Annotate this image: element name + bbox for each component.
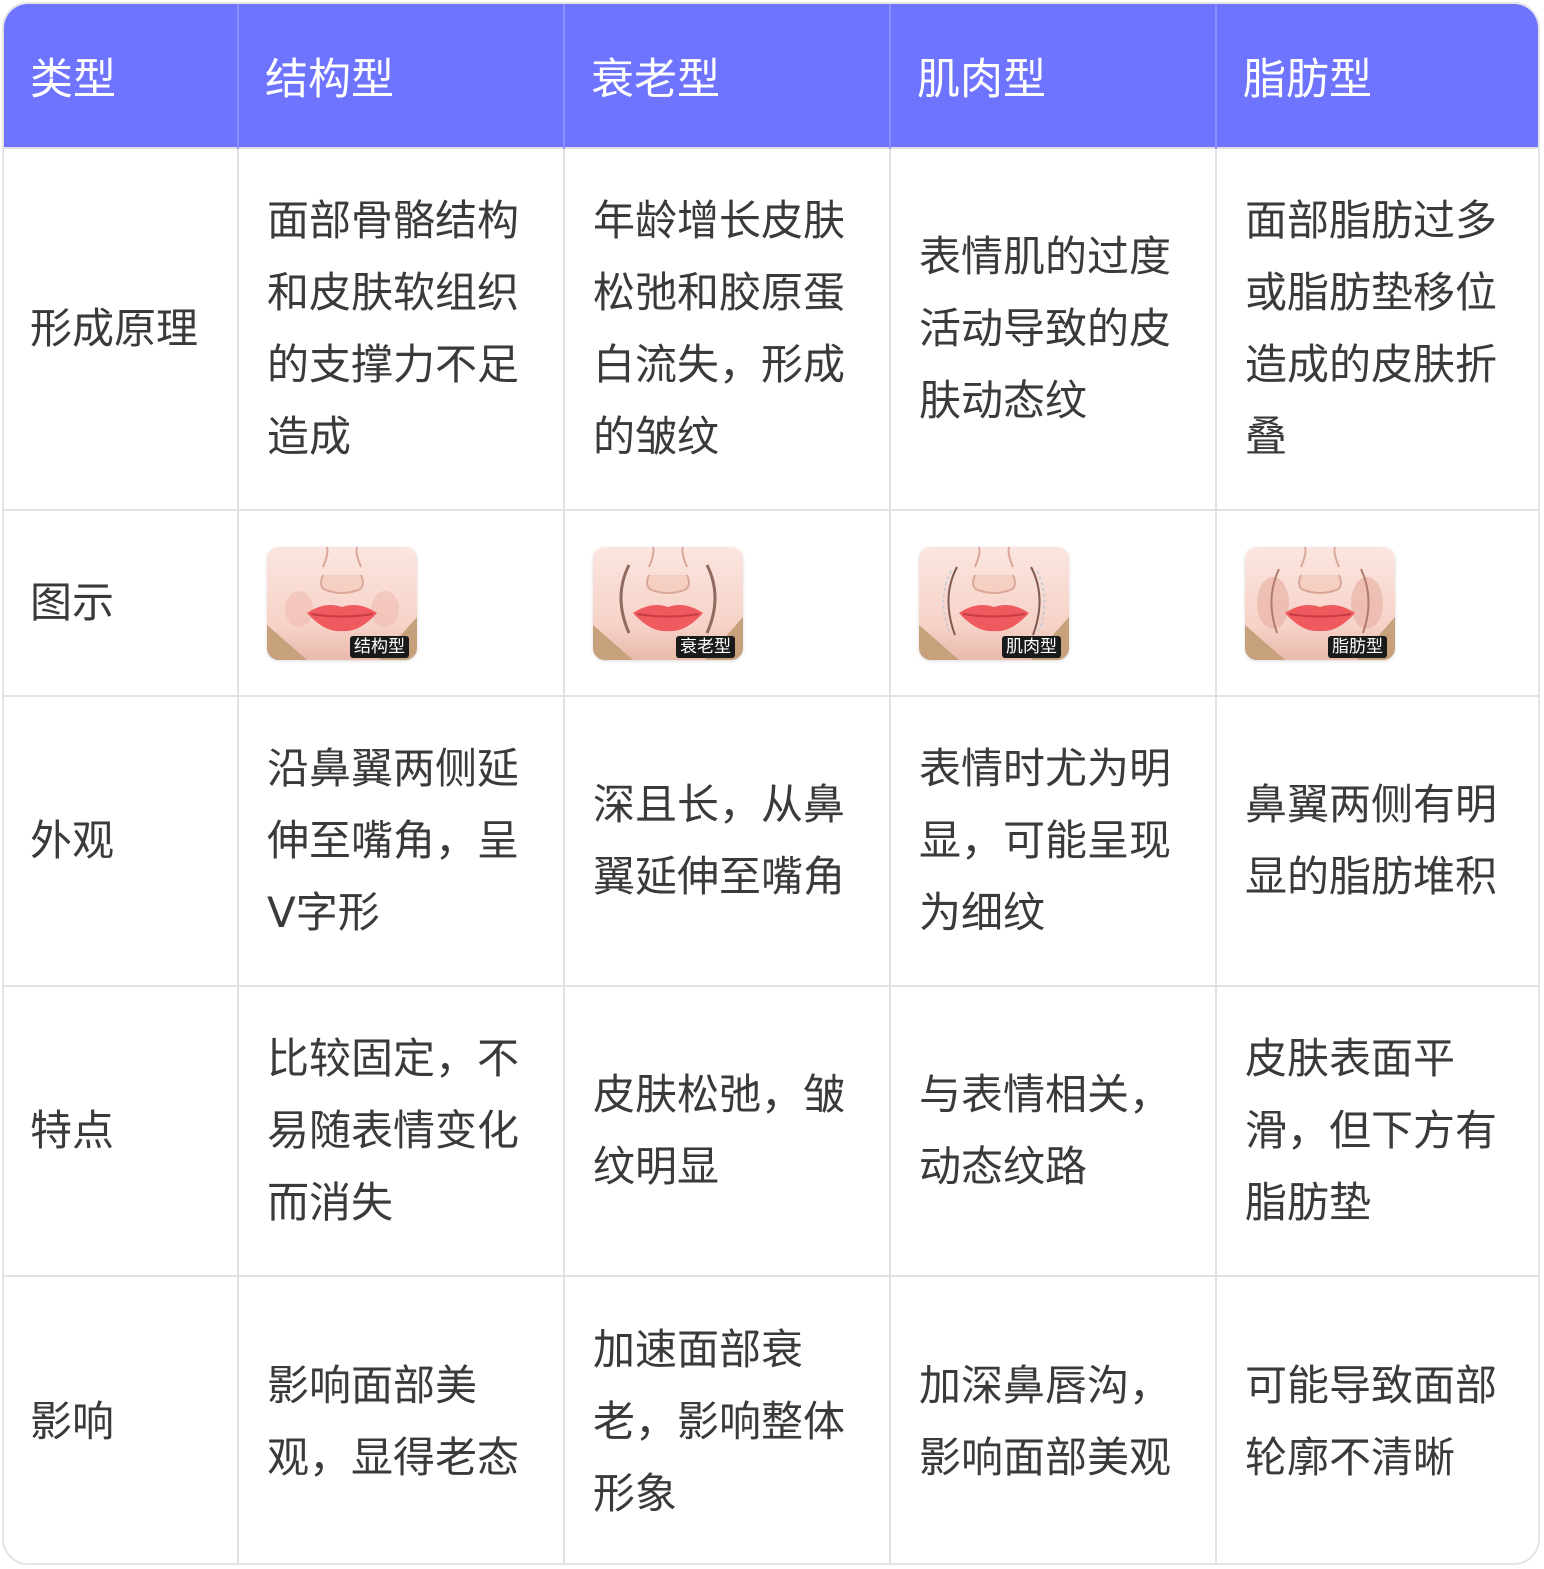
cell-figure-aging: 衰老型 — [564, 509, 891, 696]
cell-principle-structural: 面部骨骼结构和皮肤软组织的支撑力不足造成 — [238, 147, 565, 510]
row-label-feature: 特点 — [4, 985, 239, 1276]
figure-caption-aging: 衰老型 — [676, 635, 735, 658]
cell-appearance-structural: 沿鼻翼两侧延伸至嘴角，呈V字形 — [238, 695, 565, 986]
table-row-impact: 影响 影响面部美观，显得老态 加速面部衰老，影响整体形象 加深鼻唇沟，影响面部美… — [4, 1275, 1538, 1563]
header-structural: 结构型 — [238, 4, 565, 148]
table-row-appearance: 外观 沿鼻翼两侧延伸至嘴角，呈V字形 深且长，从鼻翼延伸至嘴角 表情时尤为明显，… — [4, 695, 1538, 986]
header-muscular: 肌肉型 — [890, 4, 1217, 148]
table-row-figure: 图示 结构型 衰老型 肌肉型 脂肪型 — [4, 509, 1538, 696]
table-row-principle: 形成原理 面部骨骼结构和皮肤软组织的支撑力不足造成 年龄增长皮肤松弛和胶原蛋白流… — [4, 147, 1538, 510]
face-fatty-icon: 脂肪型 — [1245, 546, 1395, 660]
cell-impact-muscular: 加深鼻唇沟，影响面部美观 — [890, 1275, 1217, 1563]
row-label-principle: 形成原理 — [4, 147, 239, 510]
face-structural-icon: 结构型 — [267, 546, 417, 660]
cell-figure-muscular: 肌肉型 — [890, 509, 1217, 696]
row-label-impact: 影响 — [4, 1275, 239, 1563]
cell-feature-muscular: 与表情相关，动态纹路 — [890, 985, 1217, 1276]
row-label-figure: 图示 — [4, 509, 239, 696]
nasolabial-fold-types-table: 类型 结构型 衰老型 肌肉型 脂肪型 形成原理 面部骨骼结构和皮肤软组织的支撑力… — [4, 4, 1538, 1563]
cell-appearance-fatty: 鼻翼两侧有明显的脂肪堆积 — [1216, 695, 1538, 986]
cell-principle-aging: 年龄增长皮肤松弛和胶原蛋白流失，形成的皱纹 — [564, 147, 891, 510]
face-muscular-icon: 肌肉型 — [919, 546, 1069, 660]
cell-impact-fatty: 可能导致面部轮廓不清晰 — [1216, 1275, 1538, 1563]
face-aging-icon: 衰老型 — [593, 546, 743, 660]
cell-figure-fatty: 脂肪型 — [1216, 509, 1538, 696]
cell-feature-structural: 比较固定，不易随表情变化而消失 — [238, 985, 565, 1276]
header-aging: 衰老型 — [564, 4, 891, 148]
figure-caption-structural: 结构型 — [350, 635, 409, 658]
comparison-table: 类型 结构型 衰老型 肌肉型 脂肪型 形成原理 面部骨骼结构和皮肤软组织的支撑力… — [2, 2, 1540, 1565]
cell-impact-structural: 影响面部美观，显得老态 — [238, 1275, 565, 1563]
cell-impact-aging: 加速面部衰老，影响整体形象 — [564, 1275, 891, 1563]
cell-appearance-muscular: 表情时尤为明显，可能呈现为细纹 — [890, 695, 1217, 986]
cell-figure-structural: 结构型 — [238, 509, 565, 696]
cell-principle-fatty: 面部脂肪过多或脂肪垫移位造成的皮肤折叠 — [1216, 147, 1538, 510]
row-label-appearance: 外观 — [4, 695, 239, 986]
figure-caption-fatty: 脂肪型 — [1328, 635, 1387, 658]
cell-feature-aging: 皮肤松弛，皱纹明显 — [564, 985, 891, 1276]
cell-feature-fatty: 皮肤表面平滑，但下方有脂肪垫 — [1216, 985, 1538, 1276]
figure-caption-muscular: 肌肉型 — [1002, 635, 1061, 658]
header-type: 类型 — [4, 4, 239, 148]
header-fatty: 脂肪型 — [1216, 4, 1538, 148]
cell-principle-muscular: 表情肌的过度活动导致的皮肤动态纹 — [890, 147, 1217, 510]
header-row: 类型 结构型 衰老型 肌肉型 脂肪型 — [4, 4, 1538, 148]
cell-appearance-aging: 深且长，从鼻翼延伸至嘴角 — [564, 695, 891, 986]
table-row-feature: 特点 比较固定，不易随表情变化而消失 皮肤松弛，皱纹明显 与表情相关，动态纹路 … — [4, 985, 1538, 1276]
